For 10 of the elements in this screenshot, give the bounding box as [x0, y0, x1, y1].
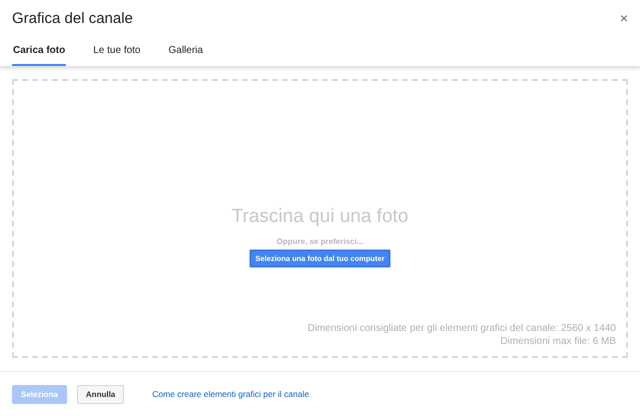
- alternative-text: Oppure, se preferisci...: [276, 237, 364, 246]
- tab[interactable]: Carica foto: [12, 36, 66, 66]
- dialog-title: Grafica del canale: [12, 10, 133, 26]
- tab[interactable]: Le tue foto: [92, 36, 142, 66]
- size-note: Dimensioni max file: 6 MB: [500, 335, 616, 348]
- close-button[interactable]: ×: [616, 10, 628, 26]
- help-link[interactable]: Come creare elementi grafici per il canale: [152, 389, 310, 399]
- tab[interactable]: Galleria: [168, 36, 204, 66]
- size-note: Dimensioni consigliate per gli elementi grafici del canale: 2560 x 1440: [307, 322, 616, 335]
- cancel-button[interactable]: Annulla: [76, 384, 124, 404]
